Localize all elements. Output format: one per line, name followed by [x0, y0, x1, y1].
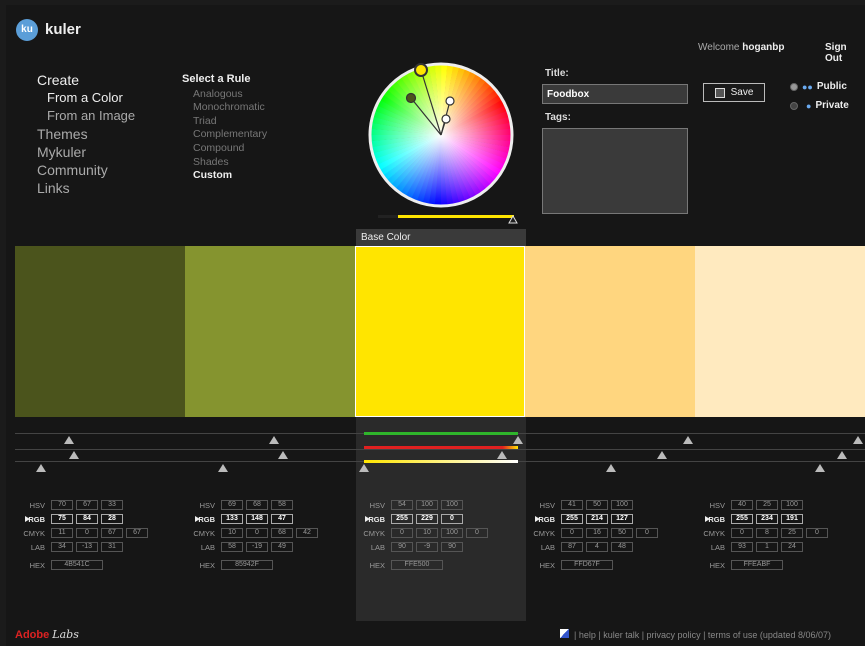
public-label: Public [816, 81, 847, 92]
adobe-wordmark: Adobe [15, 629, 50, 641]
rule-analogous[interactable]: Analogous [182, 88, 267, 102]
private-label: Private [815, 100, 849, 111]
kuler-logo-icon[interactable]: ku [16, 19, 38, 41]
brightness-slider[interactable] [378, 214, 518, 224]
slider-handle[interactable] [657, 451, 667, 459]
tags-label: Tags: [545, 112, 571, 123]
main-nav: Create From a Color From an Image Themes… [37, 71, 135, 197]
nav-mykuler[interactable]: Mykuler [37, 143, 135, 161]
username: hoganbp [742, 42, 785, 53]
slider-handle[interactable] [269, 436, 279, 444]
rule-heading: Select a Rule [182, 73, 251, 85]
nav-create[interactable]: Create [37, 71, 135, 89]
slider-handle[interactable] [853, 436, 863, 444]
slider-handle[interactable] [218, 464, 228, 472]
nav-community[interactable]: Community [37, 161, 135, 179]
wheel-handle[interactable] [441, 114, 451, 124]
slider-handle[interactable] [837, 451, 847, 459]
nav-from-color[interactable]: From a Color [37, 89, 135, 107]
nav-themes[interactable]: Themes [37, 125, 135, 143]
save-label: Save [730, 87, 754, 98]
title-label: Title: [545, 68, 569, 79]
color-wheel[interactable] [368, 62, 514, 208]
wheel-handle[interactable] [445, 96, 455, 106]
rule-monochromatic[interactable]: Monochromatic [182, 101, 267, 115]
group-icon: ●● [802, 81, 813, 92]
swatch-3-base[interactable] [355, 246, 525, 417]
private-option[interactable]: ● Private [790, 100, 849, 111]
slider-handle[interactable] [513, 436, 523, 444]
floppy-icon [714, 87, 725, 98]
welcome-text: Welcome hoganbp [698, 42, 785, 53]
public-radio[interactable] [790, 82, 798, 91]
public-option[interactable]: ●● Public [790, 81, 847, 92]
rule-complementary[interactable]: Complementary [182, 128, 267, 142]
blue-channel-bar[interactable] [364, 460, 518, 463]
slider-handle[interactable] [64, 436, 74, 444]
swatch-5[interactable] [695, 246, 865, 417]
slider-handle[interactable] [69, 451, 79, 459]
rule-list: Select a Rule Analogous Monochromatic Tr… [182, 73, 267, 183]
slider-handle[interactable] [815, 464, 825, 472]
slider-handle[interactable] [36, 464, 46, 472]
person-icon: ● [806, 100, 812, 111]
swatch-2[interactable] [185, 246, 355, 417]
swatch-4[interactable] [525, 246, 695, 417]
welcome-prefix: Welcome [698, 42, 740, 53]
brand-name: kuler [45, 21, 81, 38]
tags-input[interactable] [542, 128, 688, 214]
swatch-1[interactable] [15, 246, 185, 417]
adobe-labs-logo[interactable]: Adobe Labs [15, 628, 79, 641]
slider-handle[interactable] [359, 464, 369, 472]
nav-links[interactable]: Links [37, 179, 135, 197]
swatch-strip [15, 246, 865, 417]
wheel-handle[interactable] [405, 92, 417, 104]
feedback-icon[interactable] [560, 629, 569, 638]
red-channel-bar[interactable] [364, 446, 518, 449]
save-button[interactable]: Save [703, 83, 765, 102]
slider-handle[interactable] [278, 451, 288, 459]
slider-handle[interactable] [497, 451, 507, 459]
labs-wordmark: Labs [52, 628, 79, 641]
green-channel-bar[interactable] [364, 432, 518, 435]
slider-handle[interactable] [606, 464, 616, 472]
title-input[interactable] [542, 84, 688, 104]
rule-triad[interactable]: Triad [182, 115, 267, 129]
base-color-label: Base Color [356, 229, 526, 246]
wheel-handle-base[interactable] [414, 63, 428, 77]
nav-from-image[interactable]: From an Image [37, 107, 135, 125]
rule-custom[interactable]: Custom [182, 169, 267, 183]
rule-compound[interactable]: Compound [182, 142, 267, 156]
rule-shades[interactable]: Shades [182, 156, 267, 170]
private-radio[interactable] [790, 101, 798, 110]
footer-links[interactable]: | help | kuler talk | privacy policy | t… [574, 630, 831, 640]
sign-out-link[interactable]: Sign Out [825, 42, 865, 64]
slider-track-2 [15, 449, 865, 450]
slider-handle[interactable] [683, 436, 693, 444]
